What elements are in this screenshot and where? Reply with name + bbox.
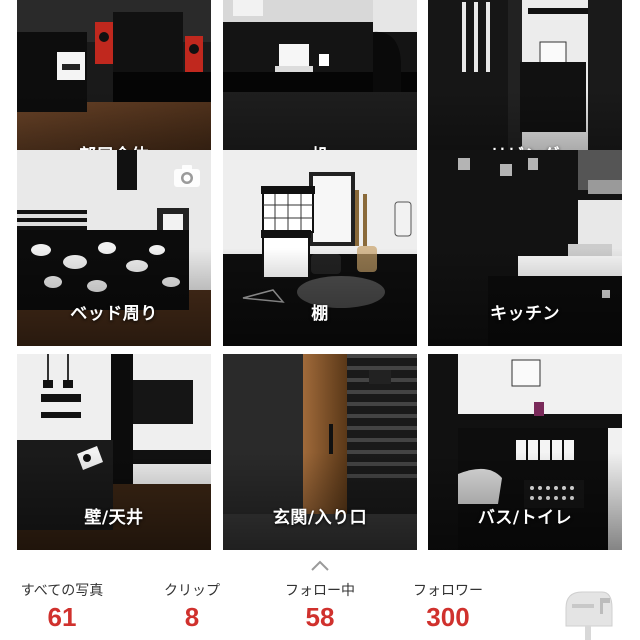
stat-label: フォロワー xyxy=(413,583,483,599)
category-tile-bedside[interactable]: ベッド周り xyxy=(17,150,211,346)
category-tile-bath-toilet[interactable]: バス/トイレ xyxy=(428,354,622,550)
stat-followers[interactable]: フォロワー 300 xyxy=(392,582,504,634)
tile-label: バス/トイレ xyxy=(477,508,573,528)
tile-label: 壁/天井 xyxy=(84,508,144,528)
mailbox-icon[interactable] xyxy=(560,586,616,640)
tile-label: ベッド周り xyxy=(70,304,158,324)
stat-all-photos[interactable]: すべての写真 61 xyxy=(6,582,118,634)
stat-label: フォロー中 xyxy=(285,583,355,599)
stat-following[interactable]: フォロー中 58 xyxy=(266,582,374,634)
category-tile-entrance[interactable]: 玄関/入り口 xyxy=(223,354,417,550)
profile-stats-bar: すべての写真 61 クリップ 8 フォロー中 58 フォロワー 300 xyxy=(0,576,640,640)
stat-value: 8 xyxy=(184,602,200,632)
stat-value: 58 xyxy=(305,602,335,632)
stat-label: クリップ xyxy=(164,583,220,599)
category-tile-wall-ceiling[interactable]: 壁/天井 xyxy=(17,354,211,550)
category-tile-kitchen[interactable]: キッチン xyxy=(428,150,622,346)
stat-value: 300 xyxy=(426,602,470,632)
stat-clips[interactable]: クリップ 8 xyxy=(140,582,244,634)
tile-label: 棚 xyxy=(311,304,329,324)
tile-label: 玄関/入り口 xyxy=(272,508,368,528)
room-category-grid: 部屋全体 机 xyxy=(0,0,640,560)
category-tile-shelf[interactable]: 棚 xyxy=(223,150,417,346)
tile-label: キッチン xyxy=(490,304,560,324)
stat-label: すべての写真 xyxy=(20,583,104,599)
stat-value: 61 xyxy=(47,602,77,632)
